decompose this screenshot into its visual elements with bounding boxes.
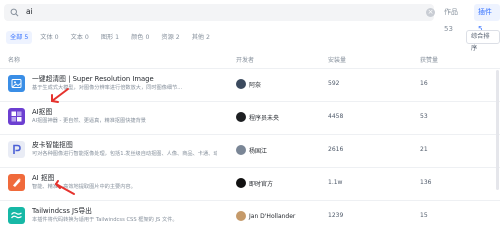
- category-filters: 全部 5 文体 0 文本 0 图形 1 颜色 0 资源 2 其他 2: [6, 31, 214, 44]
- plugin-title[interactable]: AI抠图: [32, 106, 52, 116]
- cutout-icon: [8, 174, 25, 191]
- filter-all[interactable]: 全部 5: [6, 31, 33, 44]
- install-count: 1239: [328, 212, 344, 219]
- header-installs: 安装量: [328, 57, 347, 64]
- plugin-title[interactable]: AI 抠图: [32, 172, 54, 182]
- developer-name: 杨国江: [249, 147, 268, 155]
- like-count: 136: [420, 179, 432, 186]
- search-bar[interactable]: ai ×: [4, 4, 435, 21]
- table-row[interactable]: Tailwindcss JS导出 本插件将代码转换为适用于 Tailwindcs…: [0, 200, 500, 233]
- avatar: [236, 145, 246, 155]
- pika-icon: [8, 141, 25, 158]
- install-count: 4458: [328, 113, 344, 120]
- install-count: 592: [328, 80, 340, 87]
- table-header: 名称 开发者 安装量 获赞量: [0, 55, 500, 68]
- plugin-description: 基于生成式大模型，对图像分辨率进行倍数放大，同时图像细节...: [32, 85, 183, 91]
- grid-icon: [8, 108, 25, 125]
- developer-name: 阿奈: [249, 81, 262, 89]
- filter-text[interactable]: 文本 0: [67, 31, 93, 44]
- like-count: 15: [420, 212, 428, 219]
- avatar: [236, 79, 246, 89]
- plugin-description: 本插件将代码转换为适用于 Tailwindcss CSS 框架的 JS 文件。: [32, 217, 178, 223]
- developer: 程序员未央: [236, 112, 279, 122]
- plugin-title[interactable]: 一键超清图 | Super Resolution Image: [32, 73, 154, 83]
- like-count: 21: [420, 146, 428, 153]
- avatar: [236, 112, 246, 122]
- developer-name: 即时官方: [249, 180, 274, 188]
- avatar: [236, 211, 246, 221]
- header-likes: 获赞量: [420, 57, 439, 64]
- plugin-title[interactable]: Tailwindcss JS导出: [32, 205, 92, 215]
- tab-plugins[interactable]: 插件 5: [473, 4, 500, 33]
- like-count: 53: [420, 113, 428, 120]
- filter-color[interactable]: 颜色 0: [127, 31, 153, 44]
- developer: Jan D'Hollander: [236, 211, 295, 221]
- install-count: 1.1w: [328, 179, 343, 186]
- plugin-title[interactable]: 皮卡智能抠图: [32, 139, 73, 149]
- plugin-description: 智能、精准、高效地提取图片中的主要内容。: [32, 184, 136, 190]
- developer-name: 程序员未央: [249, 114, 280, 122]
- sort-button[interactable]: 综合排序: [466, 30, 500, 52]
- avatar: [236, 178, 246, 188]
- filter-graphics[interactable]: 图形 1: [97, 31, 123, 44]
- tab-works[interactable]: 作品 53: [440, 4, 470, 33]
- plugin-description: AI抠图神器 - 更自然、更逼真，精准抠图快捷背景: [32, 118, 146, 124]
- table-row[interactable]: 皮卡智能抠图 可对各种图像进行智能抠像处理，包括1.发丝级自动抠图、人像、商品、…: [0, 134, 500, 167]
- tailwind-icon: [8, 207, 25, 224]
- developer-name: Jan D'Hollander: [249, 212, 296, 220]
- scrollbar[interactable]: [496, 70, 499, 190]
- search-input[interactable]: ai: [26, 7, 33, 16]
- developer: 杨国江: [236, 145, 267, 155]
- image-enhance-icon: [8, 75, 25, 92]
- table-row[interactable]: AI 抠图 智能、精准、高效地提取图片中的主要内容。 即时官方 1.1w 136: [0, 167, 500, 200]
- table-row[interactable]: 一键超清图 | Super Resolution Image 基于生成式大模型，…: [0, 68, 500, 101]
- filter-other[interactable]: 其他 2: [188, 31, 214, 44]
- header-name: 名称: [8, 57, 21, 64]
- install-count: 2616: [328, 146, 344, 153]
- like-count: 16: [420, 80, 428, 87]
- table-row[interactable]: AI抠图 AI抠图神器 - 更自然、更逼真，精准抠图快捷背景 程序员未央 445…: [0, 101, 500, 134]
- search-icon: [10, 8, 19, 17]
- developer: 即时官方: [236, 178, 273, 188]
- filter-style[interactable]: 文体 0: [36, 31, 62, 44]
- plugin-description: 可对各种图像进行智能抠像处理，包括1.发丝级自动抠图、人像、商品、卡通、动物..…: [32, 151, 217, 157]
- developer: 阿奈: [236, 79, 261, 89]
- clear-icon[interactable]: ×: [426, 8, 435, 17]
- header-developer: 开发者: [236, 57, 255, 64]
- search-scope-tabs: 作品 53 插件 5: [440, 4, 500, 33]
- filter-resource[interactable]: 资源 2: [157, 31, 183, 44]
